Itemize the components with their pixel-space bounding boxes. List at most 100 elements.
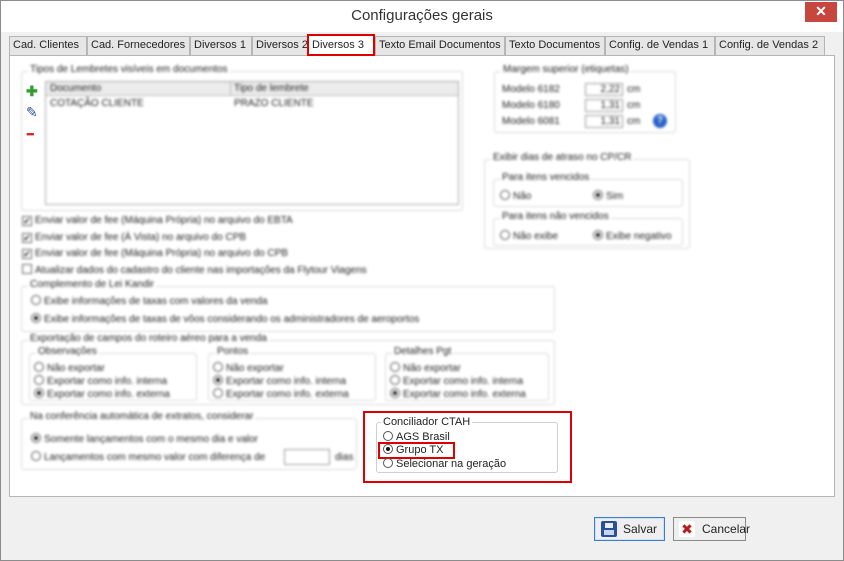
- radio-button[interactable]: [383, 431, 393, 441]
- radio-button[interactable]: [213, 375, 223, 385]
- checkbox[interactable]: ✔: [22, 233, 32, 243]
- tab-label: Config. de Vendas 2: [719, 39, 819, 51]
- radio-not-due-nao-exibe[interactable]: Não exibe: [500, 230, 558, 242]
- checkbox-fee-maquina-cpb[interactable]: ✔ Enviar valor de fee (Máquina Própria) n…: [22, 248, 288, 259]
- tab-config-vendas-2[interactable]: Config. de Vendas 2: [715, 36, 825, 55]
- overdue-due-label: Para itens vencidos: [500, 172, 592, 183]
- cancel-button[interactable]: ✖ Cancelar: [673, 517, 750, 541]
- checkbox-fee-avista-cpb[interactable]: ✔ Enviar valor de fee (À Vista) no arquiv…: [22, 232, 246, 243]
- radio-button[interactable]: [34, 388, 44, 398]
- checkbox[interactable]: ✔: [22, 216, 32, 226]
- radio-button[interactable]: [34, 375, 44, 385]
- margin-6182-input[interactable]: 2,22: [585, 83, 623, 96]
- radio-pontos-interna[interactable]: Exportar como info. interna: [213, 375, 346, 387]
- margin-6180-value: 1,31: [600, 100, 620, 111]
- days-difference-input[interactable]: [284, 449, 330, 465]
- radio-ctah-grupo-tx[interactable]: Grupo TX: [383, 444, 444, 456]
- checkmark-icon: ✔: [23, 233, 31, 243]
- radio-button[interactable]: [500, 190, 510, 200]
- tab-diversos-3[interactable]: Diversos 3: [307, 34, 375, 56]
- tab-texto-documentos[interactable]: Texto Documentos: [505, 36, 605, 55]
- radio-button[interactable]: [31, 313, 41, 323]
- radio-label: Exibe informações de taxas com valores d…: [44, 296, 268, 307]
- radio-button[interactable]: [390, 362, 400, 372]
- margin-6180-unit: cm: [627, 100, 641, 111]
- margins-group-label: Margem superior (etiquetas): [501, 64, 631, 75]
- radio-same-day-value[interactable]: Somente lançamentos com o mesmo dia e va…: [31, 433, 258, 445]
- checkbox[interactable]: ✔: [22, 249, 32, 259]
- margin-6182-label: Modelo 6182: [502, 84, 560, 95]
- help-icon[interactable]: ?: [653, 114, 667, 128]
- lei-kandir-group: Complemento de Lei Kandir: [21, 279, 555, 332]
- detalhes-pgt-group-label: Detalhes Pgt: [392, 346, 454, 357]
- checkbox-update-client-flytour[interactable]: Atualizar dados do cadastro do cliente n…: [22, 264, 367, 276]
- margin-6180-input[interactable]: 1,31: [585, 99, 623, 112]
- radio-label: Exportar como info. externa: [403, 389, 526, 400]
- tab-label: Config. de Vendas 1: [609, 39, 709, 51]
- table-header: Documento Tipo de lembrete: [46, 82, 458, 96]
- margin-6180-label: Modelo 6180: [502, 100, 560, 111]
- radio-obs-nao-exportar[interactable]: Não exportar: [34, 362, 105, 374]
- radio-label: Exportar como info. interna: [47, 376, 168, 387]
- add-reminder-button[interactable]: ✚: [26, 83, 38, 100]
- radio-button[interactable]: [390, 375, 400, 385]
- margin-6182-value: 2,22: [600, 84, 620, 95]
- radio-button[interactable]: [500, 230, 510, 240]
- margin-6081-input[interactable]: 1,31: [585, 115, 623, 128]
- radio-pgt-nao-exportar[interactable]: Não exportar: [390, 362, 461, 374]
- radio-obs-externa[interactable]: Exportar como info. externa: [34, 388, 170, 400]
- radio-obs-interna[interactable]: Exportar como info. interna: [34, 375, 167, 387]
- radio-button[interactable]: [31, 433, 41, 443]
- radio-pgt-interna[interactable]: Exportar como info. interna: [390, 375, 523, 387]
- checkbox[interactable]: [22, 264, 32, 274]
- tab-cad-clientes[interactable]: Cad. Clientes: [9, 36, 87, 55]
- radio-label: Não exportar: [403, 363, 461, 374]
- radio-button[interactable]: [383, 444, 393, 454]
- save-button[interactable]: Salvar: [594, 517, 665, 541]
- radio-overdue-nao[interactable]: Não: [500, 190, 531, 202]
- checkbox-label: Atualizar dados do cadastro do cliente n…: [35, 265, 367, 276]
- tab-diversos-2[interactable]: Diversos 2: [252, 36, 310, 55]
- reminders-table[interactable]: Documento Tipo de lembrete COTAÇÃO CLIEN…: [45, 81, 459, 205]
- radio-button[interactable]: [213, 388, 223, 398]
- tab-label: Texto Documentos: [509, 39, 601, 51]
- radio-overdue-sim[interactable]: Sim: [593, 190, 623, 202]
- radio-label: Exportar como info. externa: [226, 389, 349, 400]
- radio-value-difference[interactable]: Lançamentos com mesmo valor com diferenç…: [31, 451, 265, 463]
- tab-cad-fornecedores[interactable]: Cad. Fornecedores: [87, 36, 190, 55]
- radio-lei-kandir-valores[interactable]: Exibe informações de taxas com valores d…: [31, 295, 267, 307]
- close-icon: ✕: [815, 3, 827, 19]
- radio-button[interactable]: [390, 388, 400, 398]
- radio-not-due-negativo[interactable]: Exibe negativo: [593, 230, 672, 242]
- radio-label: Exportar como info. interna: [226, 376, 347, 387]
- radio-label: Exibe informações de taxas de vôos consi…: [44, 314, 420, 325]
- radio-ctah-selecionar[interactable]: Selecionar na geração: [383, 458, 506, 470]
- remove-reminder-button[interactable]: ━: [27, 128, 34, 141]
- tab-config-vendas-1[interactable]: Config. de Vendas 1: [605, 36, 715, 55]
- radio-button[interactable]: [34, 362, 44, 372]
- table-row[interactable]: COTAÇÃO CLIENTE PRAZO CLIENTE: [46, 97, 458, 111]
- checkbox-fee-maquina-ebta[interactable]: ✔ Enviar valor de fee (Máquina Própria) n…: [22, 215, 293, 226]
- tab-label: Diversos 3: [312, 39, 364, 51]
- days-unit-label: dias: [335, 452, 354, 463]
- radio-button[interactable]: [593, 190, 603, 200]
- radio-button[interactable]: [31, 451, 41, 461]
- radio-label: Sim: [606, 191, 624, 202]
- tab-texto-email-documentos[interactable]: Texto Email Documentos: [375, 36, 505, 55]
- floppy-disk-icon: [601, 521, 617, 537]
- radio-button[interactable]: [383, 458, 393, 468]
- radio-button[interactable]: [593, 230, 603, 240]
- close-button[interactable]: ✕: [805, 2, 837, 22]
- radio-button[interactable]: [213, 362, 223, 372]
- radio-pontos-externa[interactable]: Exportar como info. externa: [213, 388, 349, 400]
- margin-6081-label: Modelo 6081: [502, 116, 560, 127]
- radio-pontos-nao-exportar[interactable]: Não exportar: [213, 362, 284, 374]
- radio-button[interactable]: [31, 295, 41, 305]
- cancel-icon: ✖: [679, 521, 695, 537]
- tab-diversos-1[interactable]: Diversos 1: [190, 36, 252, 55]
- radio-pgt-externa[interactable]: Exportar como info. externa: [390, 388, 526, 400]
- radio-label: Não exibe: [513, 231, 559, 242]
- margin-6182-unit: cm: [627, 84, 641, 95]
- radio-lei-kandir-aeroportos[interactable]: Exibe informações de taxas de vôos consi…: [31, 313, 419, 325]
- edit-reminder-button[interactable]: ✎: [26, 104, 38, 121]
